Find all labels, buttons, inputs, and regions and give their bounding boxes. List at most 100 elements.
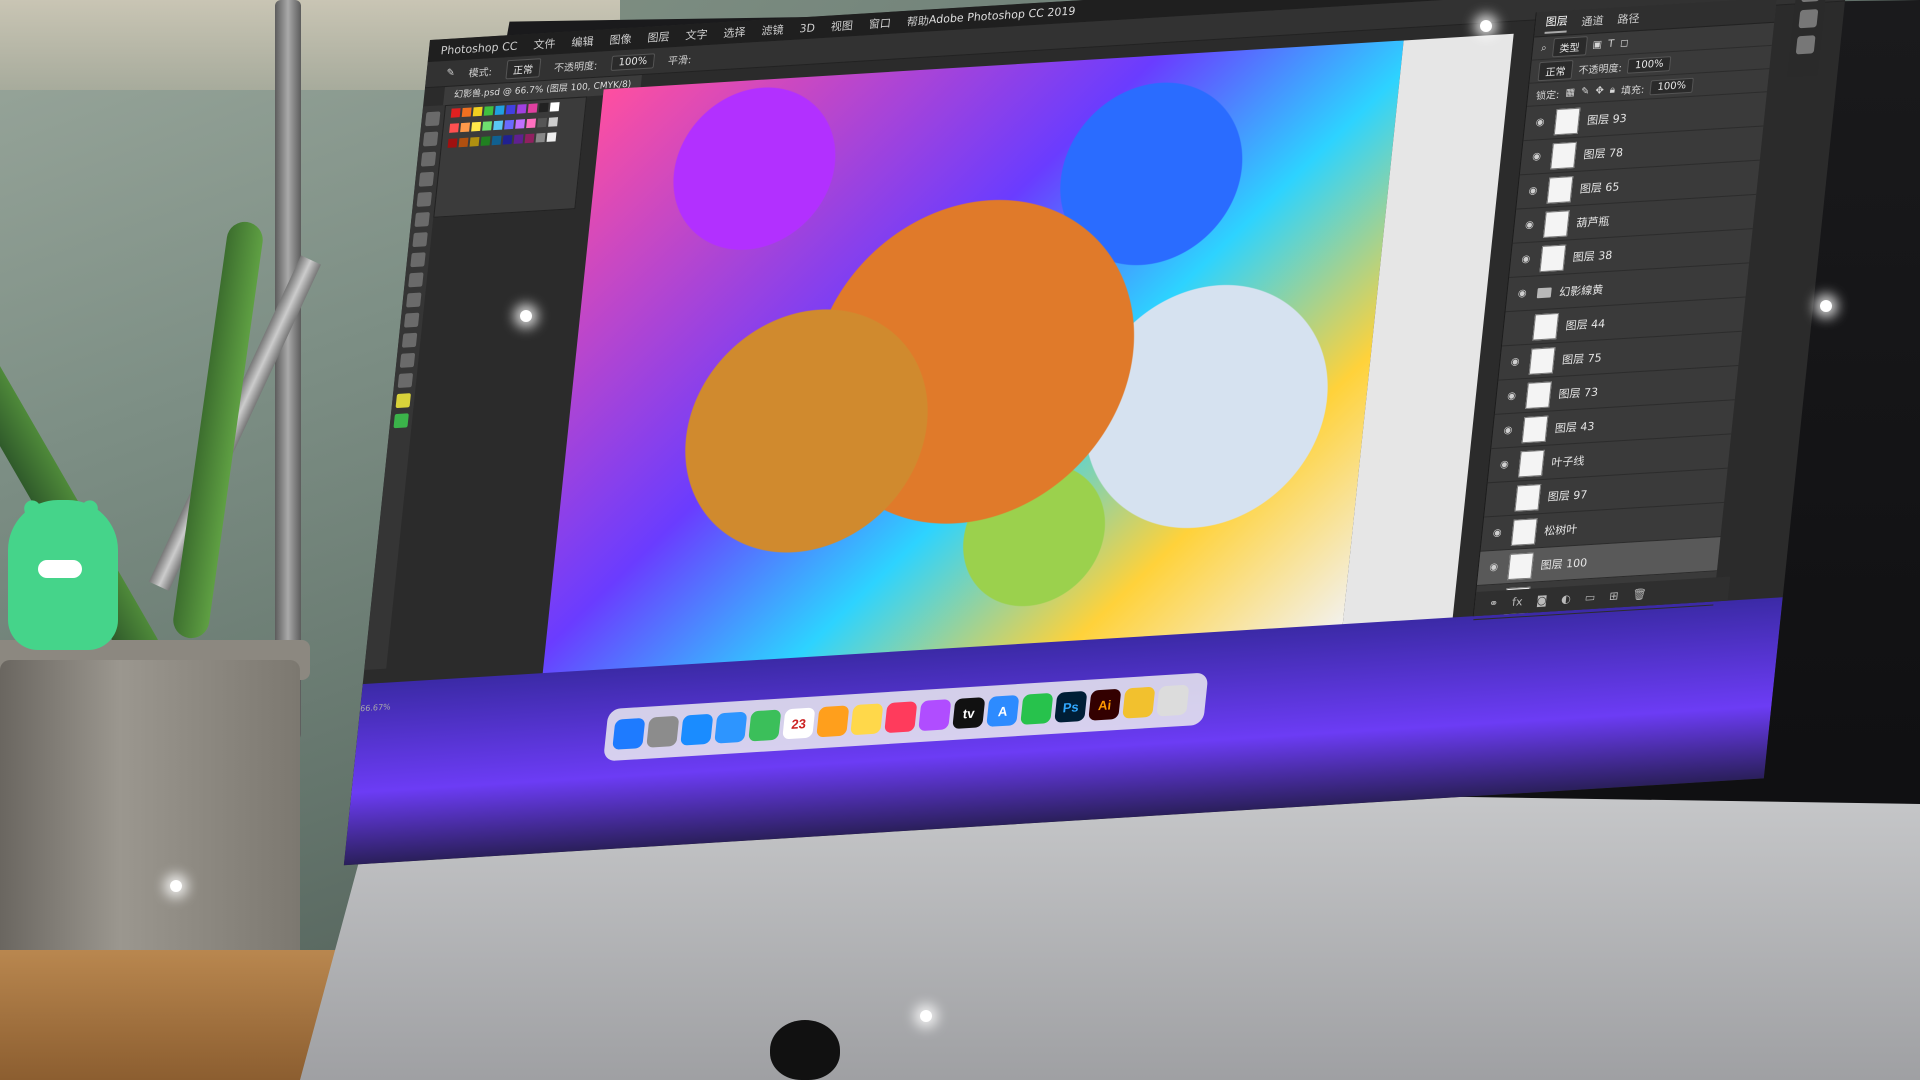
menubar-item[interactable]: 滤镜 xyxy=(761,21,785,38)
eye-icon[interactable]: ◉ xyxy=(1522,219,1537,231)
menubar-item[interactable]: 3D xyxy=(799,21,816,35)
layer-thumbnail xyxy=(1543,209,1570,238)
character-panel-icon[interactable] xyxy=(1801,0,1822,3)
eye-icon[interactable]: ◉ xyxy=(1529,151,1544,163)
eye-icon[interactable]: ◉ xyxy=(1518,254,1533,266)
eye-icon[interactable]: ◉ xyxy=(1500,425,1515,437)
crop-tool-icon[interactable] xyxy=(416,191,433,207)
opacity-field[interactable]: 100% xyxy=(610,53,655,71)
mode-select[interactable]: 正常 xyxy=(505,58,542,80)
menubar-item[interactable]: 文件 xyxy=(533,35,557,52)
artwork-canvas[interactable] xyxy=(541,40,1404,684)
notes-dock-icon[interactable] xyxy=(850,703,884,736)
opacity-label: 不透明度: xyxy=(1577,62,1623,77)
podcasts-dock-icon[interactable] xyxy=(918,699,952,732)
tab-paths[interactable]: 路径 xyxy=(1617,10,1641,27)
maps-dock-icon[interactable] xyxy=(748,709,782,742)
layer-thumbnail xyxy=(1528,346,1556,375)
menubar-item[interactable]: 图层 xyxy=(647,28,671,45)
menubar-item[interactable]: 帮助 xyxy=(906,12,930,29)
layer-filter-select[interactable]: 类型 xyxy=(1551,35,1588,57)
sparkle-effect xyxy=(170,880,182,892)
layer-thumbnail xyxy=(1510,517,1538,546)
gradient-tool-icon[interactable] xyxy=(406,292,422,308)
photoshop-dock-icon[interactable]: Ps xyxy=(1054,690,1088,723)
menubar-item[interactable]: 选择 xyxy=(723,24,747,41)
stamp-tool-icon[interactable] xyxy=(410,252,426,268)
libraries-panel-icon[interactable] xyxy=(1795,35,1816,55)
layer-thumbnail xyxy=(1550,141,1577,169)
chrome-dock-icon[interactable] xyxy=(1122,686,1156,719)
photos-dock-icon[interactable] xyxy=(816,705,850,738)
layer-name: 图层 43 xyxy=(1554,419,1596,435)
folder-icon[interactable]: ▭ xyxy=(1584,590,1596,604)
calendar-dock-icon[interactable]: 23 xyxy=(782,707,816,740)
shape-filter-icon[interactable]: ◻ xyxy=(1620,37,1629,49)
fx-icon[interactable]: fx xyxy=(1512,595,1524,609)
tab-channels[interactable]: 通道 xyxy=(1581,12,1605,29)
pixel-filter-icon[interactable]: ▣ xyxy=(1592,39,1603,51)
finder-dock-icon[interactable] xyxy=(612,717,646,750)
adjustment-icon[interactable]: ◐ xyxy=(1561,592,1572,606)
eye-icon[interactable]: ◉ xyxy=(1497,459,1512,471)
trash-dock-icon[interactable] xyxy=(1156,684,1190,717)
menubar-item[interactable]: 窗口 xyxy=(868,15,892,32)
eye-icon[interactable]: ◉ xyxy=(1533,117,1548,129)
menubar-item[interactable]: 编辑 xyxy=(571,33,595,50)
new-layer-icon[interactable]: ⊞ xyxy=(1609,589,1620,603)
foreground-color-icon[interactable] xyxy=(395,393,412,409)
music-dock-icon[interactable] xyxy=(884,701,918,734)
safari-dock-icon[interactable] xyxy=(680,713,714,746)
eyedropper-tool-icon[interactable] xyxy=(414,212,430,227)
eye-icon[interactable]: ◉ xyxy=(1508,356,1523,368)
move-tool-icon[interactable] xyxy=(424,111,441,127)
background-color-icon[interactable] xyxy=(393,413,409,429)
menubar-item[interactable]: 视图 xyxy=(830,17,854,34)
magic-wand-tool-icon[interactable] xyxy=(418,171,435,187)
zoom-tool-icon[interactable] xyxy=(397,373,414,388)
layer-name: 图层 73 xyxy=(1557,385,1599,401)
menubar-item[interactable]: 图像 xyxy=(609,31,633,48)
eraser-tool-icon[interactable] xyxy=(408,272,424,288)
text-filter-icon[interactable]: T xyxy=(1607,38,1614,49)
layers-panel-icon[interactable] xyxy=(1798,9,1819,29)
eye-icon[interactable]: ◉ xyxy=(1490,527,1505,539)
lock-pixels-icon[interactable]: ▦ xyxy=(1565,86,1576,98)
layer-thumbnail xyxy=(1525,380,1552,409)
text-tool-icon[interactable] xyxy=(401,332,418,348)
brush-tool-icon[interactable] xyxy=(412,232,428,248)
eye-icon[interactable]: ◉ xyxy=(1504,390,1519,403)
pen-tool-icon[interactable] xyxy=(403,312,420,328)
blend-mode-select[interactable]: 正常 xyxy=(1537,59,1574,81)
lock-brush-icon[interactable]: ✎ xyxy=(1580,86,1590,98)
link-icon[interactable]: ⚭ xyxy=(1488,596,1499,610)
lasso-tool-icon[interactable] xyxy=(420,151,437,167)
lock-all-icon[interactable]: 🔒︎ xyxy=(1609,84,1615,95)
opacity-field[interactable]: 100% xyxy=(1627,55,1672,74)
brush-icon[interactable]: ✎ xyxy=(446,67,456,79)
layer-thumbnail xyxy=(1507,551,1535,580)
tab-layers[interactable]: 图层 xyxy=(1544,12,1569,34)
tv-dock-icon[interactable]: tv xyxy=(952,697,986,730)
eye-icon[interactable] xyxy=(1494,499,1508,500)
mask-icon[interactable]: ◙ xyxy=(1536,593,1548,607)
sparkle-effect xyxy=(1820,300,1832,312)
app-store-dock-icon[interactable]: A xyxy=(986,694,1020,727)
hand-tool-icon[interactable] xyxy=(399,352,416,368)
marquee-tool-icon[interactable] xyxy=(422,131,439,147)
eye-icon[interactable]: ◉ xyxy=(1486,561,1501,574)
launchpad-dock-icon[interactable] xyxy=(646,715,680,748)
eye-icon[interactable]: ◉ xyxy=(1525,185,1540,197)
layer-thumbnail xyxy=(1514,483,1542,512)
mail-dock-icon[interactable] xyxy=(714,711,748,744)
eye-icon[interactable]: ◉ xyxy=(1515,288,1530,300)
menubar-item[interactable]: Photoshop CC xyxy=(440,39,518,57)
trash-icon[interactable]: 🗑︎ xyxy=(1632,587,1647,601)
lock-move-icon[interactable]: ✥ xyxy=(1595,85,1605,97)
menubar-item[interactable]: 文字 xyxy=(685,26,709,43)
fill-field[interactable]: 100% xyxy=(1649,77,1694,95)
eye-icon[interactable] xyxy=(1512,327,1526,328)
illustrator-dock-icon[interactable]: Ai xyxy=(1088,688,1122,721)
layer-name: 图层 97 xyxy=(1547,487,1589,504)
wechat-dock-icon[interactable] xyxy=(1020,692,1054,725)
